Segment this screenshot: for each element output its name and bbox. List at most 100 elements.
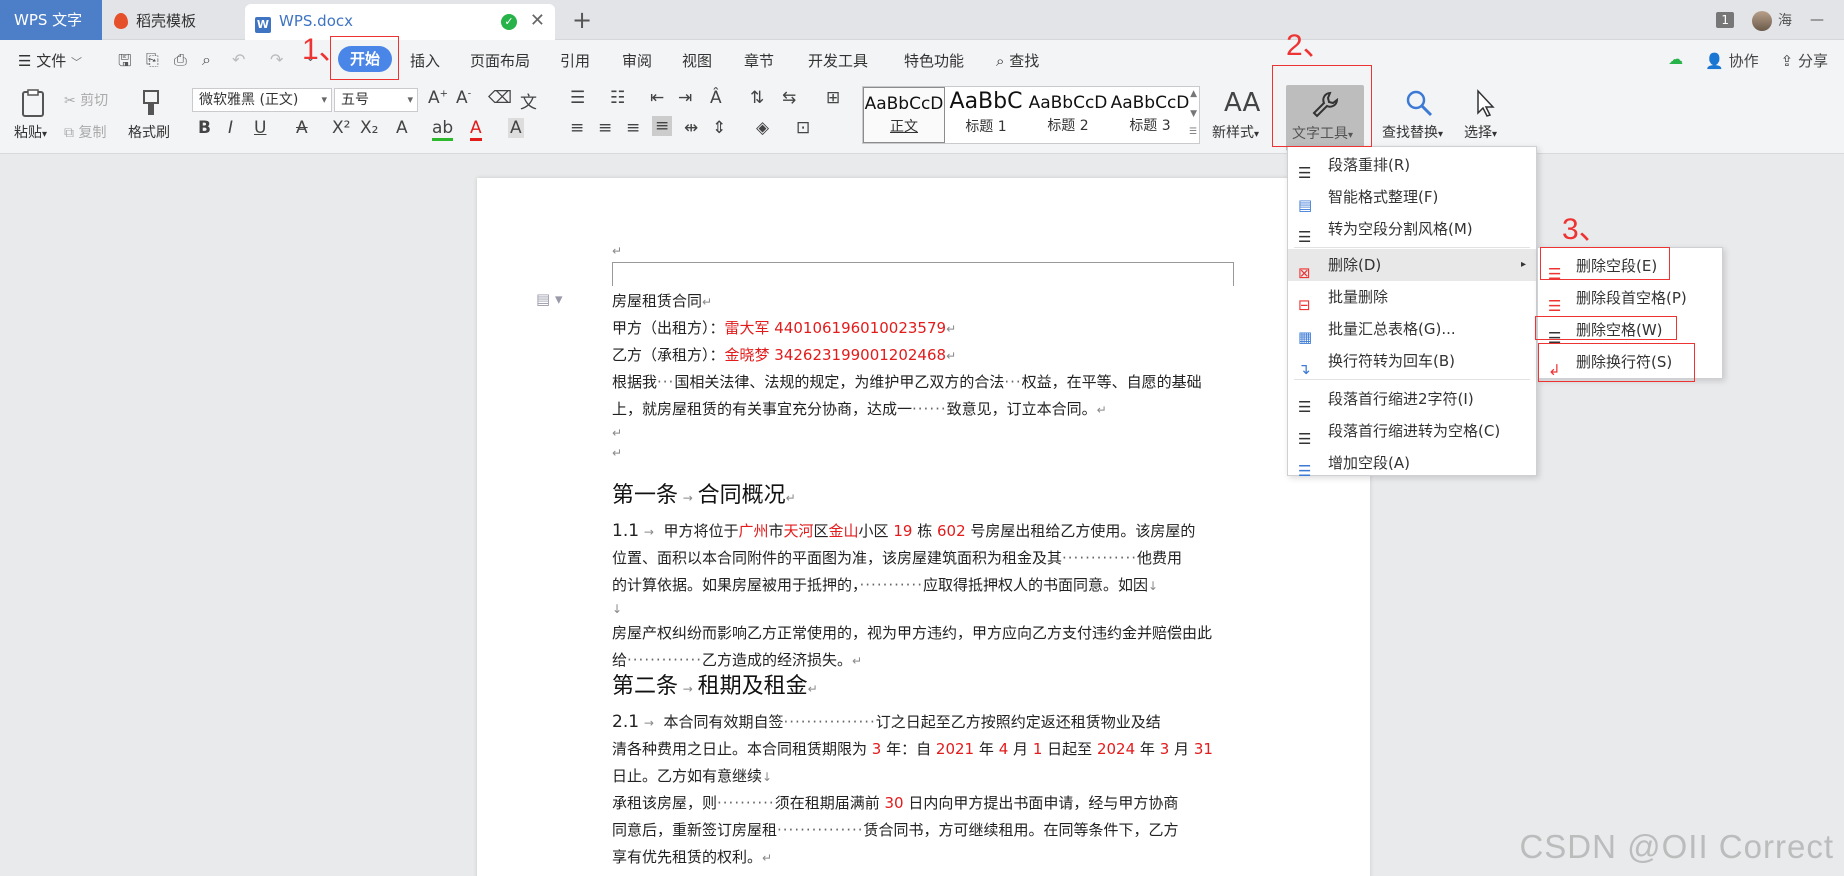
distribute-icon[interactable]: ⇹ (684, 118, 698, 138)
tab-section[interactable]: 章节 (744, 50, 774, 71)
print-preview-icon[interactable]: ⌕ (202, 50, 211, 70)
tab-references[interactable]: 引用 (560, 50, 590, 71)
menu-item-linebreak-to-enter[interactable]: ↴ 换行符转为回车(B) (1288, 345, 1536, 378)
tab-features[interactable]: 特色功能 (904, 50, 964, 71)
print-icon[interactable]: ⎙ (174, 50, 187, 70)
paste-icon[interactable] (18, 88, 48, 118)
highlight-box-delete-spaces (1535, 316, 1677, 340)
pinyin-icon[interactable]: 文 (520, 88, 537, 113)
borders-icon[interactable]: ⊡ (796, 118, 810, 138)
underline-icon[interactable]: U (254, 118, 266, 138)
close-tab-icon[interactable]: ✕ (530, 4, 545, 38)
select-button[interactable]: 选择▾ (1464, 122, 1497, 142)
text: 权益，在平等、自愿的基础 (1021, 373, 1202, 391)
font-color-icon[interactable]: A (470, 118, 482, 141)
new-style-icon[interactable]: AA (1224, 88, 1260, 118)
italic-icon[interactable]: I (228, 118, 233, 138)
superscript-icon[interactable]: X² (332, 118, 350, 138)
format-painter-icon[interactable] (136, 88, 166, 118)
char-shading-icon[interactable]: A (508, 118, 524, 138)
align-right-icon[interactable]: ≡ (626, 118, 640, 138)
app-name-tab[interactable]: WPS 文字 (0, 0, 102, 40)
cut-button[interactable]: ✂ 剪切 (64, 90, 108, 110)
save-icon[interactable]: 🖫 (118, 50, 132, 77)
find-replace-icon[interactable] (1404, 88, 1434, 118)
table-insert-icon[interactable]: ⊞ (826, 88, 840, 108)
text: 房屋产权纠纷而影响乙方正常使用的，视为甲方违约，甲方应向乙方支付违约金并赔偿由此 (612, 624, 1213, 642)
text-effect-icon[interactable]: A (396, 118, 408, 138)
tab-document[interactable]: W WPS.docx ✓ ✕ (245, 4, 555, 40)
shrink-font-icon[interactable]: A- (456, 88, 471, 108)
font-name-select[interactable]: 微软雅黑 (正文) (192, 88, 332, 112)
numbered-list-icon[interactable]: ☷ (610, 88, 625, 108)
tab-review[interactable]: 审阅 (622, 50, 652, 71)
highlight-icon[interactable]: ab (432, 118, 454, 141)
paste-button[interactable]: 粘贴▾ (14, 122, 47, 142)
menu-item-batch-tables[interactable]: ▦ 批量汇总表格(G)... (1288, 313, 1536, 346)
style-scroll-up-icon[interactable]: ▲ (1190, 89, 1197, 99)
ribbon-toolbar: 粘贴▾ ✂ 剪切 ⧉ 复制 格式刷 微软雅黑 (正文) 五号 A+ A- ⌫ 文… (0, 82, 1844, 154)
justify-icon[interactable]: ≡ (652, 116, 673, 136)
new-tab-button[interactable]: + (572, 4, 592, 36)
redo-icon[interactable]: ↷ (270, 50, 283, 69)
copy-button[interactable]: ⧉ 复制 (64, 122, 106, 142)
line-spacing-icon[interactable]: ⇕ (712, 118, 726, 138)
submenu-delete-leading-spaces[interactable]: ☰ 删除段首空格(P) (1538, 282, 1722, 315)
user-account[interactable]: 海 (1752, 10, 1792, 31)
menu-item-add-blank[interactable]: ☰ 增加空段(A) (1288, 447, 1536, 480)
style-heading-2[interactable]: AaBbCcD 标题 2 (1027, 87, 1109, 143)
decrease-indent-icon[interactable]: ⇤ (650, 88, 664, 108)
show-marks-icon[interactable]: ⇆ (782, 88, 796, 108)
doc-layout-icon[interactable]: ▤ ▾ (536, 290, 562, 308)
style-scroll-down-icon[interactable]: ▼ (1190, 109, 1197, 119)
undo-icon[interactable]: ↶ (232, 50, 245, 69)
menu-item-first-indent[interactable]: ☰ 段落首行缩进2字符(I) (1288, 383, 1536, 416)
strikethrough-icon[interactable]: A (296, 118, 308, 138)
increase-indent-icon[interactable]: ⇥ (678, 88, 692, 108)
style-more-icon[interactable]: ☰ (1189, 127, 1197, 137)
style-heading-3[interactable]: AaBbCcD 标题 3 (1109, 87, 1191, 143)
cursor-icon[interactable] (1470, 88, 1500, 118)
new-style-button[interactable]: 新样式▾ (1212, 122, 1259, 142)
tab-insert[interactable]: 插入 (410, 50, 440, 71)
format-painter-button[interactable]: 格式刷 (128, 122, 170, 142)
header-area[interactable] (612, 262, 1234, 286)
minimize-icon[interactable]: — (1810, 12, 1824, 28)
file-menu[interactable]: ☰ 文件 ﹀ (18, 50, 82, 71)
align-left-icon[interactable]: ≡ (570, 118, 584, 138)
intro-line-1: 根据我···国相关法律、法规的规定，为维护甲乙双方的合法···权益，在平等、自愿… (612, 373, 1202, 391)
subscript-icon[interactable]: X₂ (360, 118, 378, 138)
style-normal[interactable]: AaBbCcD 正文 (863, 87, 945, 143)
menu-item-batch-delete[interactable]: ⊟ 批量删除 (1288, 281, 1536, 314)
collab-button[interactable]: 👤 协作 (1705, 50, 1758, 71)
text-direction-icon[interactable]: Â (710, 88, 722, 108)
search-box[interactable]: ⌕ 查找 (996, 50, 1039, 71)
window-count-badge[interactable]: 1 (1716, 12, 1734, 28)
tab-developer[interactable]: 开发工具 (808, 50, 868, 71)
bullet-list-icon[interactable]: ☰ (570, 88, 585, 108)
share-button[interactable]: ⇪ 分享 (1781, 50, 1828, 71)
style-heading-1[interactable]: AaBbC 标题 1 (945, 87, 1027, 143)
menu-item-reflow[interactable]: ☰ 段落重排(R) (1288, 149, 1536, 182)
align-center-icon[interactable]: ≡ (598, 118, 612, 138)
font-size-select[interactable]: 五号 (334, 88, 418, 112)
menu-item-blank-split[interactable]: ☰ 转为空段分割风格(M) (1288, 213, 1536, 246)
cloud-sync-icon[interactable]: ☁ (1668, 50, 1683, 71)
tab-page-layout[interactable]: 页面布局 (470, 50, 530, 71)
sort-icon[interactable]: ⇅ (750, 88, 764, 108)
grow-font-icon[interactable]: A+ (428, 88, 448, 108)
find-replace-button[interactable]: 查找替换▾ (1382, 122, 1443, 142)
tab-daoke-templates[interactable]: 稻壳模板 (104, 4, 242, 40)
city: 广州 (738, 522, 769, 540)
menu-item-indent-to-space[interactable]: ☰ 段落首行缩进转为空格(C) (1288, 415, 1536, 448)
menu-item-delete[interactable]: ⊠ 删除(D) ▸ (1288, 249, 1536, 282)
bold-icon[interactable]: B (198, 118, 211, 138)
text: 年 (1139, 740, 1155, 758)
paragraph-mark: ↓ (612, 602, 623, 616)
shading-icon[interactable]: ◈ (756, 118, 769, 138)
clause-number: 1.1 (612, 521, 640, 541)
tab-view[interactable]: 视图 (682, 50, 712, 71)
clear-format-icon[interactable]: ⌫ (488, 88, 512, 108)
menu-item-smart-format[interactable]: ▤ 智能格式整理(F) (1288, 181, 1536, 214)
export-icon[interactable]: ⎘ (146, 50, 159, 70)
